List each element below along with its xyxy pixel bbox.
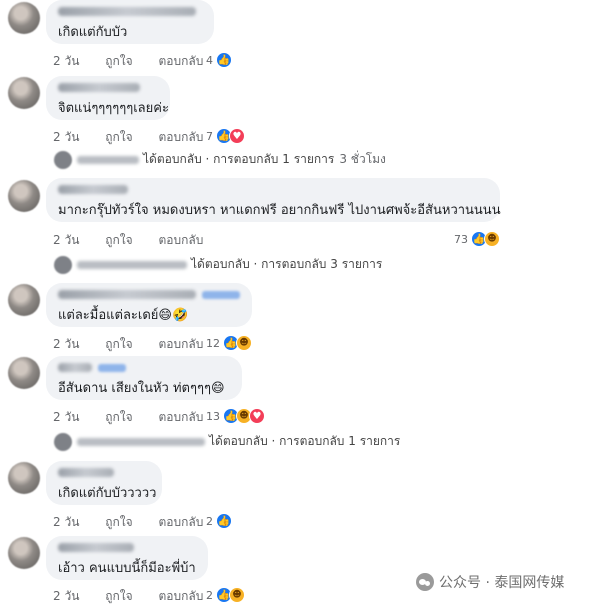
comment-bubble: เกิดแต่กับบัว (46, 0, 214, 44)
author-name-blurred[interactable] (58, 83, 140, 92)
laughing-emoji-icon: 😄🤣 (158, 308, 189, 323)
comment-bubble: เอ้าว คนแบบนี้ก็มีอะพี่บ้า (46, 536, 208, 580)
author-tag-blurred (98, 363, 126, 372)
comment-time: 2 วัน (53, 589, 80, 603)
comment-bubble: อีสันดาน เสียงในหัว ท่ตๆๆๆ😄 (46, 356, 242, 400)
reaction-summary[interactable]: 4 👍 (206, 52, 232, 68)
reply-button[interactable]: ตอบกลับ (158, 515, 203, 529)
reply-button[interactable]: ตอบกลับ (158, 233, 203, 247)
reply-button[interactable]: ตอบกลับ (158, 589, 203, 603)
comment-actions: 2 วัน ถูกใจ ตอบกลับ (53, 587, 225, 606)
reply-avatar (54, 432, 72, 451)
reply-author-blurred (77, 155, 139, 164)
avatar[interactable] (8, 357, 40, 389)
reply-age: 3 ชั่วโมง (339, 152, 386, 166)
comment-actions: 2 วัน ถูกใจ ตอบกลับ (53, 231, 225, 250)
love-reaction-icon: ♥ (229, 128, 245, 144)
comment-actions: 2 วัน ถูกใจ ตอบกลับ (53, 128, 225, 147)
reaction-count: 12 (206, 336, 220, 350)
reply-author-blurred (77, 260, 187, 269)
reaction-count: 4 (206, 53, 213, 67)
reaction-count: 2 (206, 514, 213, 528)
reaction-count: 2 (206, 588, 213, 602)
comment-time: 2 วัน (53, 515, 80, 529)
reply-button[interactable]: ตอบกลับ (158, 54, 203, 68)
reaction-count: 73 (454, 232, 468, 246)
wechat-icon (416, 573, 434, 591)
like-button[interactable]: ถูกใจ (105, 337, 132, 351)
view-replies-link[interactable]: ได้ตอบกลับ · การตอบกลับ 1 รายการ (54, 432, 400, 451)
like-button[interactable]: ถูกใจ (105, 233, 132, 247)
comment-text: เอ้าว คนแบบนี้ก็มีอะพี่บ้า (58, 561, 196, 576)
like-button[interactable]: ถูกใจ (105, 54, 132, 68)
reaction-summary[interactable]: 2 👍 (206, 513, 232, 529)
reaction-summary[interactable]: 7 👍 ♥ (206, 128, 245, 144)
reaction-summary[interactable]: 2 👍 ☻ (206, 587, 245, 603)
reply-summary: ได้ตอบกลับ · การตอบกลับ 3 รายการ (191, 257, 383, 271)
author-tag-blurred (202, 290, 240, 299)
reply-avatar (54, 150, 72, 169)
like-reaction-icon: 👍 (216, 52, 232, 68)
reply-button[interactable]: ตอบกลับ (158, 337, 203, 351)
comment-actions: 2 วัน ถูกใจ ตอบกลับ (53, 408, 225, 427)
comment-time: 2 วัน (53, 54, 80, 68)
comment-text: เกิดแต่กับบัววววว (58, 486, 157, 501)
avatar[interactable] (8, 537, 40, 569)
reaction-count: 7 (206, 129, 213, 143)
reply-button[interactable]: ตอบกลับ (158, 130, 203, 144)
comment-text: มากะกรุ๊ปทัวร์ใจ หมดงบหรา หาแดกฟรี อยากก… (58, 203, 501, 218)
haha-reaction-icon: ☻ (236, 335, 252, 351)
comment-time: 2 วัน (53, 130, 80, 144)
like-button[interactable]: ถูกใจ (105, 410, 132, 424)
author-name-blurred[interactable] (58, 290, 197, 299)
comment-bubble: มากะกรุ๊ปทัวร์ใจ หมดงบหรา หาแดกฟรี อยากก… (46, 178, 501, 222)
comment-bubble: เกิดแต่กับบัววววว (46, 461, 162, 505)
author-name-blurred[interactable] (58, 363, 92, 372)
reply-button[interactable]: ตอบกลับ (158, 410, 203, 424)
comment-time: 2 วัน (53, 233, 80, 247)
view-replies-link[interactable]: ได้ตอบกลับ · การตอบกลับ 3 รายการ (54, 255, 382, 274)
watermark-text: 公众号 · 泰国网传媒 (439, 575, 565, 591)
avatar[interactable] (8, 180, 40, 212)
reply-avatar (54, 255, 72, 274)
reaction-summary[interactable]: 13 👍 ☻ ♥ (206, 408, 265, 424)
like-button[interactable]: ถูกใจ (105, 130, 132, 144)
reaction-summary[interactable]: 73 👍 ☻ (454, 231, 500, 247)
author-name-blurred[interactable] (58, 185, 128, 194)
like-reaction-icon: 👍 (216, 513, 232, 529)
avatar[interactable] (8, 77, 40, 109)
comment-time: 2 วัน (53, 337, 80, 351)
comment-actions: 2 วัน ถูกใจ ตอบกลับ (53, 335, 225, 354)
comment-bubble: จิตแน่ๆๆๆๆๆๆเลยค่ะ (46, 76, 170, 120)
comment-bubble: แต่ละมื้อแต่ละเดย์😄🤣 (46, 283, 252, 327)
comment-text: แต่ละมื้อแต่ละเดย์😄🤣 (58, 308, 189, 323)
comment-text: จิตแน่ๆๆๆๆๆๆเลยค่ะ (58, 101, 169, 116)
reaction-summary[interactable]: 12 👍 ☻ (206, 335, 252, 351)
haha-reaction-icon: ☻ (484, 231, 500, 247)
laughing-emoji-icon: 😄 (210, 381, 225, 396)
avatar[interactable] (8, 462, 40, 494)
reply-summary: ได้ตอบกลับ · การตอบกลับ 1 รายการ (209, 434, 401, 448)
author-name-blurred[interactable] (58, 7, 196, 16)
author-name-blurred[interactable] (58, 468, 114, 477)
comment-actions: 2 วัน ถูกใจ ตอบกลับ (53, 52, 225, 71)
love-reaction-icon: ♥ (249, 408, 265, 424)
comment-time: 2 วัน (53, 410, 80, 424)
reply-summary: ได้ตอบกลับ · การตอบกลับ 1 รายการ (143, 152, 335, 166)
avatar[interactable] (8, 284, 40, 316)
view-replies-link[interactable]: ได้ตอบกลับ · การตอบกลับ 1 รายการ 3 ชั่วโ… (54, 150, 386, 169)
reaction-count: 13 (206, 409, 220, 423)
comment-text: เกิดแต่กับบัว (58, 25, 128, 40)
comment-actions: 2 วัน ถูกใจ ตอบกลับ (53, 513, 225, 532)
avatar[interactable] (8, 2, 40, 34)
haha-reaction-icon: ☻ (229, 587, 245, 603)
like-button[interactable]: ถูกใจ (105, 515, 132, 529)
like-button[interactable]: ถูกใจ (105, 589, 132, 603)
reply-author-blurred (77, 437, 205, 446)
author-name-blurred[interactable] (58, 543, 134, 552)
watermark: 公众号 · 泰国网传媒 (416, 572, 564, 592)
comment-text: อีสันดาน เสียงในหัว ท่ตๆๆๆ😄 (58, 381, 225, 396)
